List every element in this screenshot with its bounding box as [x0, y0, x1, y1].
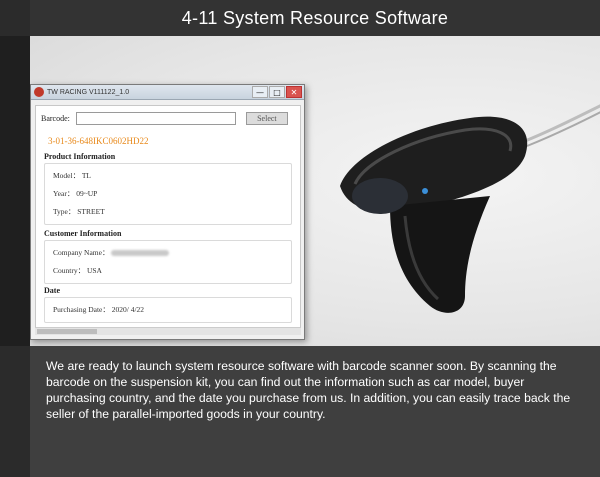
- scrollbar-thumb[interactable]: [37, 329, 97, 334]
- window-controls: — □ ✕: [251, 86, 302, 98]
- company-name-field: Company Name：: [53, 244, 283, 262]
- page-title: 4-11 System Resource Software: [181, 7, 449, 28]
- window-title: TW RACING V111122_1.0: [47, 88, 130, 96]
- product-information-box: Model： TL Year： 09~UP Type： STREET: [44, 163, 292, 225]
- minimize-button[interactable]: —: [252, 86, 268, 98]
- barcode-input[interactable]: [75, 112, 236, 125]
- model-label: Model：: [53, 171, 81, 180]
- window-titlebar[interactable]: TW RACING V111122_1.0 — □ ✕: [31, 85, 304, 100]
- window-content: Barcode: Select 3-01-36-648IKC0602HD22 P…: [35, 105, 301, 335]
- maximize-button[interactable]: □: [269, 86, 285, 98]
- barcode-label: Barcode:: [41, 114, 70, 123]
- type-field: Type： STREET: [53, 203, 283, 221]
- customer-information-group: Customer Information Company Name： Count…: [44, 229, 292, 284]
- description-panel: We are ready to launch system resource s…: [30, 346, 600, 477]
- barcode-scanner-image: [340, 104, 600, 313]
- country-label: Country：: [53, 266, 86, 275]
- year-label: Year：: [53, 189, 75, 198]
- header-bar: 4-11 System Resource Software: [30, 0, 600, 36]
- date-heading: Date: [44, 286, 60, 295]
- model-value: TL: [81, 171, 92, 180]
- model-field: Model： TL: [53, 167, 283, 185]
- company-name-label: Company Name：: [53, 248, 110, 257]
- left-stripe: [0, 0, 30, 477]
- product-information-heading: Product Information: [44, 152, 116, 161]
- company-name-blurred: [111, 250, 170, 257]
- customer-information-heading: Customer Information: [44, 229, 122, 238]
- country-value: USA: [86, 266, 102, 275]
- software-window: TW RACING V111122_1.0 — □ ✕ Barcode: Sel…: [30, 84, 305, 340]
- app-logo-icon: [34, 87, 44, 97]
- purchasing-date-field: Purchasing Date： 2020/ 4/22: [53, 301, 283, 319]
- year-field: Year： 09~UP: [53, 185, 283, 203]
- type-value: STREET: [77, 207, 105, 216]
- close-button[interactable]: ✕: [286, 86, 302, 98]
- horizontal-scrollbar[interactable]: [35, 327, 301, 335]
- country-field: Country： USA: [53, 262, 283, 280]
- type-label: Type：: [53, 207, 76, 216]
- customer-information-box: Company Name： Country： USA: [44, 240, 292, 284]
- left-stripe-band: [0, 36, 30, 346]
- purchasing-date-label: Purchasing Date：: [53, 305, 110, 314]
- select-button[interactable]: Select: [245, 112, 288, 125]
- product-photo: TW RACING V111122_1.0 — □ ✕ Barcode: Sel…: [30, 36, 600, 346]
- date-group: Date Purchasing Date： 2020/ 4/22: [44, 286, 292, 323]
- barcode-code: 3-01-36-648IKC0602HD22: [48, 136, 149, 146]
- purchasing-date-value: 2020/ 4/22: [111, 305, 145, 314]
- year-value: 09~UP: [76, 189, 98, 198]
- description-text: We are ready to launch system resource s…: [46, 359, 571, 421]
- product-information-group: Product Information Model： TL Year： 09~U…: [44, 152, 292, 225]
- date-box: Purchasing Date： 2020/ 4/22: [44, 297, 292, 323]
- barcode-row: Barcode: Select: [41, 112, 288, 125]
